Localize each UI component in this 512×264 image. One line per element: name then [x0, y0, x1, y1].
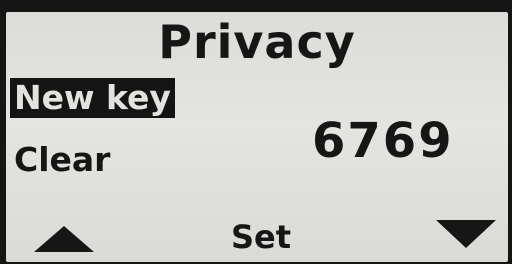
down-softkey[interactable] [434, 208, 504, 258]
down-arrow-icon [436, 220, 496, 248]
set-softkey[interactable]: Set [216, 212, 306, 262]
menu-item-clear[interactable]: Clear [10, 140, 114, 180]
device-bezel: Privacy New key Clear 6769 Set [0, 0, 512, 264]
screen-title: Privacy [158, 15, 356, 69]
up-softkey[interactable] [30, 208, 100, 258]
menu-item-new-key[interactable]: New key [10, 78, 175, 118]
key-value-display: 6769 [312, 113, 454, 169]
lcd-screen: Privacy New key Clear 6769 Set [6, 12, 508, 262]
up-arrow-icon [34, 226, 94, 252]
